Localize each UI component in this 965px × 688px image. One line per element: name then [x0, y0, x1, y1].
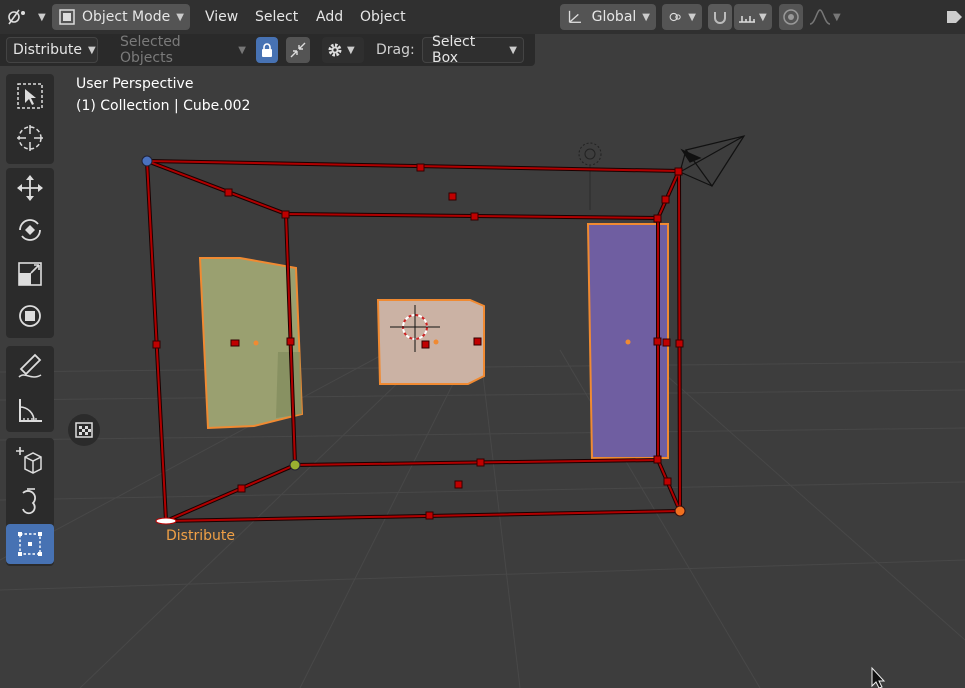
proportional-falloff-selector[interactable]: ▼	[806, 4, 844, 30]
tool-add-cube[interactable]	[6, 440, 54, 480]
proportional-edit-icon	[783, 9, 799, 25]
scene-editor-icon	[8, 9, 25, 25]
menu-object[interactable]: Object	[360, 4, 406, 30]
add-cube-icon	[16, 447, 42, 474]
tool-cursor[interactable]	[6, 118, 54, 158]
magnet-icon	[714, 12, 726, 24]
falloff-curve-icon	[809, 9, 831, 25]
affect-toggle[interactable]	[286, 37, 310, 63]
snap-toggle[interactable]	[708, 4, 732, 30]
chevron-down-icon: ▼	[509, 44, 517, 56]
checker-grid-icon	[75, 422, 93, 438]
operation-label: Distribute	[13, 42, 82, 58]
lock-icon	[262, 43, 272, 57]
toggle-camera-view-button[interactable]	[68, 414, 100, 446]
object-mode-icon	[59, 9, 75, 25]
pivot-point-selector[interactable]: ▼	[662, 4, 702, 30]
viewport-overlay-toggle[interactable]	[944, 4, 965, 30]
target-selector[interactable]: Selected Objects ▼	[110, 34, 252, 66]
distribute-box-icon	[18, 532, 42, 556]
orientation-label: Global	[591, 9, 637, 25]
lock-toggle[interactable]	[256, 37, 278, 63]
chevron-down-icon: ▼	[759, 11, 767, 23]
tool-rotate[interactable]	[6, 210, 54, 250]
collection-info: (1) Collection | Cube.002	[76, 98, 251, 114]
shrink-arrows-icon	[290, 42, 306, 58]
pivot-point-icon	[669, 12, 681, 22]
gear-icon	[328, 43, 342, 57]
menu-view[interactable]: View	[205, 4, 238, 30]
mode-label: Object Mode	[82, 9, 171, 25]
tool-options-button[interactable]: ▼	[322, 37, 364, 63]
corner-handle-green[interactable]	[289, 459, 301, 471]
tool-select-box[interactable]	[6, 76, 54, 116]
tool-transform[interactable]	[6, 296, 54, 336]
cursor-icon	[17, 125, 43, 151]
move-icon	[17, 175, 43, 201]
pencil-icon	[18, 353, 42, 378]
chevron-down-icon: ▼	[688, 11, 696, 23]
transform-icon	[19, 305, 41, 327]
corner-handle-white[interactable]	[155, 517, 177, 525]
tool-distribute[interactable]	[6, 524, 54, 564]
tool-spin[interactable]	[6, 480, 54, 520]
orientation-axes-icon	[568, 10, 581, 23]
view-name: User Perspective	[76, 76, 194, 92]
editor-type-button[interactable]: ▼	[6, 4, 46, 30]
proportional-editing-toggle[interactable]	[779, 4, 803, 30]
snap-target-selector[interactable]: ▼	[734, 4, 772, 30]
tool-move[interactable]	[6, 168, 54, 208]
corner-handle-blue[interactable]	[141, 155, 153, 167]
drag-selector[interactable]: Select Box ▼	[422, 34, 524, 66]
target-label: Selected Objects	[120, 34, 181, 66]
tool-measure[interactable]	[6, 390, 54, 430]
mode-selector[interactable]: Object Mode ▼	[52, 4, 190, 30]
chevron-down-icon: ▼	[238, 44, 246, 56]
chevron-down-icon: ▼	[347, 44, 355, 56]
transform-orientation-selector[interactable]: Global ▼	[560, 4, 656, 30]
chevron-down-icon: ▼	[833, 11, 841, 23]
object-visibility-icon	[947, 11, 962, 23]
peach-panel[interactable]	[376, 299, 485, 385]
operation-selector[interactable]: Distribute ▼	[6, 37, 98, 63]
chevron-down-icon: ▼	[642, 11, 650, 23]
viewport-header: ▼ Object Mode ▼ View Select Add Object G…	[0, 0, 965, 34]
corner-handle-orange[interactable]	[674, 505, 686, 517]
drag-value: Select Box	[432, 34, 476, 66]
tool-annotate[interactable]	[6, 346, 54, 386]
menu-select[interactable]: Select	[255, 4, 298, 30]
chevron-down-icon: ▼	[176, 11, 184, 23]
snap-increment-icon	[739, 16, 755, 23]
ruler-icon	[19, 399, 42, 422]
tool-settings-bar: Distribute ▼ Selected Objects ▼ ▼ Drag: …	[0, 34, 535, 66]
chevron-down-icon: ▼	[38, 11, 46, 23]
select-box-icon	[17, 83, 43, 109]
drag-label: Drag:	[376, 42, 415, 58]
scale-icon	[18, 262, 42, 286]
tool-scale[interactable]	[6, 254, 54, 294]
spin-icon	[22, 488, 36, 515]
gizmo-label: Distribute	[166, 528, 235, 544]
chevron-down-icon: ▼	[87, 44, 96, 56]
menu-add[interactable]: Add	[316, 4, 343, 30]
rotate-icon	[19, 219, 41, 241]
